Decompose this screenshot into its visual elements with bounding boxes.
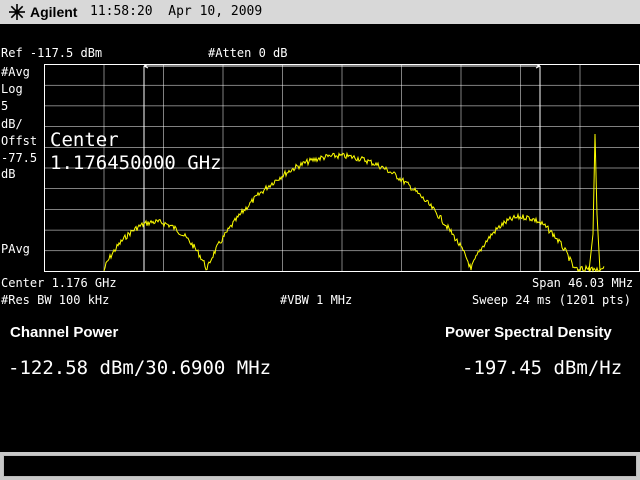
brand-name: Agilent xyxy=(30,4,78,20)
offset-value: -77.5 xyxy=(1,151,38,165)
video-bandwidth: #VBW 1 MHz xyxy=(280,293,353,307)
span: Span 46.03 MHz xyxy=(532,276,634,290)
channel-power-label: Channel Power xyxy=(10,324,119,341)
time: 11:58:20 xyxy=(90,4,153,19)
center-frequency: Center 1.176 GHz xyxy=(1,276,117,290)
marker-center-label: Center xyxy=(50,129,119,151)
avg-label: #Avg xyxy=(1,65,30,79)
psd-label: Power Spectral Density xyxy=(445,324,612,341)
attenuation: #Atten 0 dB xyxy=(208,46,288,60)
power-avg-label: PAvg xyxy=(1,242,30,256)
offset-label: Offst xyxy=(1,134,38,148)
channel-power-value: -122.58 dBm/30.6900 MHz xyxy=(8,357,272,379)
resolution-bandwidth: #Res BW 100 kHz xyxy=(1,293,110,307)
marker-center-freq: 1.176450000 GHz xyxy=(50,152,222,174)
ref-level: Ref -117.5 dBm xyxy=(1,46,103,60)
scale-value: 5 xyxy=(1,99,9,113)
status-message-bar xyxy=(3,455,637,477)
timestamp: 11:58:20 Apr 10, 2009 xyxy=(90,4,262,19)
agilent-logo-icon xyxy=(9,4,25,20)
offset-unit: dB xyxy=(1,167,16,181)
psd-value: -197.45 dBm/Hz xyxy=(462,357,623,379)
log-label: Log xyxy=(1,82,23,96)
scale-unit: dB/ xyxy=(1,117,23,131)
sweep-time: Sweep 24 ms (1201 pts) xyxy=(472,293,631,307)
title-bar: Agilent 11:58:20 Apr 10, 2009 xyxy=(0,0,640,24)
date: Apr 10, 2009 xyxy=(168,4,263,19)
